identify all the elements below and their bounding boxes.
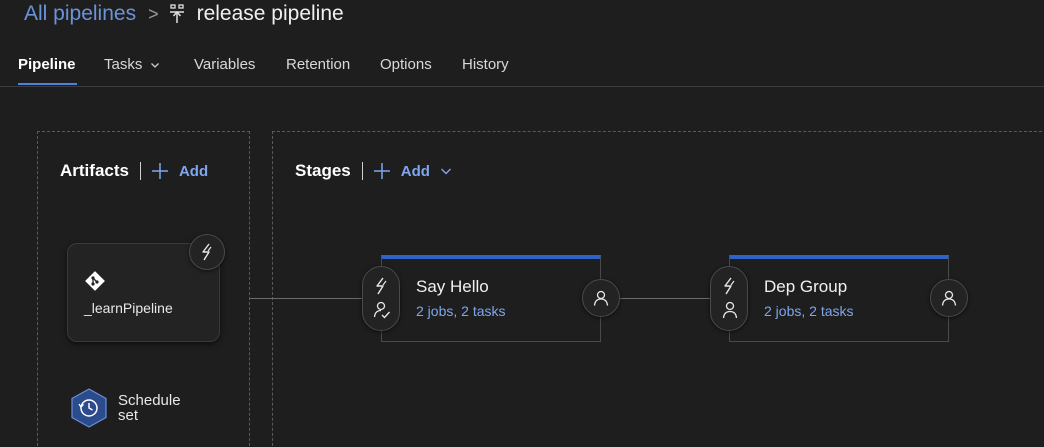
person-icon: [593, 290, 609, 306]
stage-card-dep-group[interactable]: Dep Group 2 jobs, 2 tasks: [729, 255, 949, 342]
tab-retention-label: Retention: [286, 56, 351, 73]
add-artifact-label: Add: [178, 162, 209, 180]
tab-options-label: Options: [380, 56, 432, 73]
tab-bar: Pipeline Tasks Variables Retention Optio…: [0, 48, 1044, 87]
tab-history-label: History: [462, 56, 509, 73]
post-deployment-conditions[interactable]: [930, 279, 968, 317]
tab-history[interactable]: History: [462, 56, 509, 73]
release-pipeline-editor: All pipelines > release pipeline Pipelin…: [0, 0, 1044, 447]
header-divider: [139, 162, 141, 180]
lightning-icon: [376, 277, 387, 295]
approvals-icon: [373, 301, 391, 319]
add-stage-label: Add: [400, 162, 430, 180]
tab-variables[interactable]: Variables: [194, 56, 255, 73]
active-tab-indicator: [18, 83, 77, 85]
add-artifact-button[interactable]: Add: [151, 162, 208, 180]
tab-tasks-label: Tasks: [104, 56, 143, 73]
breadcrumb-separator: >: [148, 3, 159, 24]
plus-icon: [373, 163, 390, 179]
schedule-icon: [71, 388, 107, 428]
release-pipeline-icon: [169, 4, 184, 23]
stages-title: Stages: [295, 161, 351, 180]
continuous-deployment-trigger[interactable]: [189, 234, 225, 270]
artifacts-title: Artifacts: [60, 161, 129, 180]
stage-summary-link[interactable]: 2 jobs, 2 tasks: [764, 303, 854, 319]
pre-deployment-conditions[interactable]: [710, 266, 748, 331]
tab-variables-label: Variables: [194, 56, 256, 73]
stage-name: Say Hello: [416, 277, 489, 296]
post-deployment-conditions[interactable]: [582, 279, 620, 317]
pre-deployment-conditions[interactable]: [362, 266, 400, 331]
schedule-trigger[interactable]: Schedule set: [70, 388, 181, 428]
breadcrumb: All pipelines > release pipeline: [24, 0, 344, 28]
stage-summary-link[interactable]: 2 jobs, 2 tasks: [416, 303, 506, 319]
pipeline-name: release pipeline: [196, 2, 344, 25]
schedule-label-line1: Schedule: [118, 392, 181, 409]
artifacts-header: Artifacts Add: [60, 161, 208, 181]
plus-icon: [151, 163, 168, 179]
chevron-down-icon: [151, 62, 160, 68]
person-icon: [941, 290, 957, 306]
all-pipelines-link[interactable]: All pipelines: [24, 2, 136, 26]
stages-header: Stages Add: [295, 161, 452, 181]
git-icon: [85, 271, 105, 291]
tab-retention[interactable]: Retention: [286, 56, 350, 73]
add-stage-button[interactable]: Add: [373, 162, 452, 180]
lightning-icon: [724, 277, 735, 295]
tab-pipeline[interactable]: Pipeline: [18, 56, 76, 73]
stage-name: Dep Group: [764, 277, 848, 296]
tab-tasks[interactable]: Tasks: [104, 56, 160, 73]
connector-line: [620, 298, 712, 299]
schedule-label: Schedule set: [118, 393, 181, 423]
stage-card-say-hello[interactable]: Say Hello 2 jobs, 2 tasks: [381, 255, 601, 342]
connector-line: [250, 298, 363, 299]
tab-options[interactable]: Options: [380, 56, 432, 73]
tab-pipeline-label: Pipeline: [18, 56, 76, 73]
artifact-name: _learnPipeline: [84, 300, 173, 316]
header-divider: [361, 162, 363, 180]
chevron-down-icon: [440, 168, 451, 175]
lightning-icon: [202, 243, 212, 261]
person-icon: [722, 301, 738, 319]
schedule-label-line2: set: [118, 407, 139, 424]
